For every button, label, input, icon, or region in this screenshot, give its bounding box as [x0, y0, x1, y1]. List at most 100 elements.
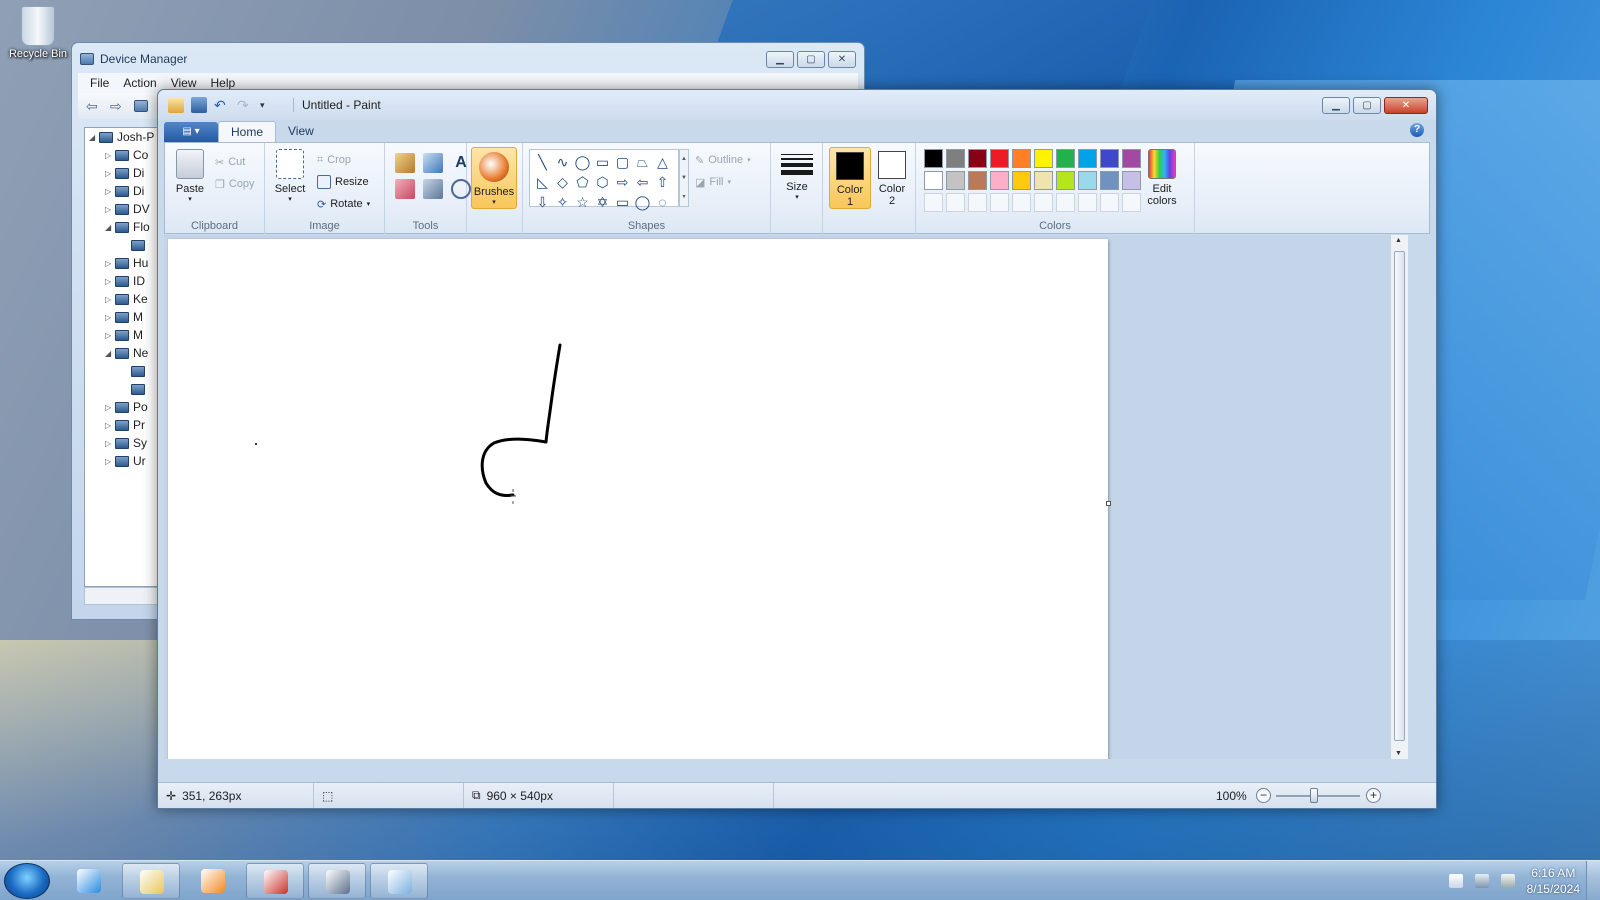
device-tree[interactable]: ◢ Josh-P ▷ Co ▷ Di ▷ Di ▷ DV ◢ Flo ▷ Hu ▷ ID ▷ Ke ▷ M ▷ M ◢ Ne ▷…	[84, 127, 158, 587]
taskbar-internet-explorer-button[interactable]	[60, 863, 118, 899]
expand-arrow-icon[interactable]: ▷	[105, 187, 115, 196]
shape-option-icon[interactable]: ✧	[553, 193, 572, 212]
shape-option-icon[interactable]: ⇨	[613, 173, 632, 192]
color-swatch[interactable]	[1122, 171, 1141, 190]
shape-option-icon[interactable]: ∿	[553, 153, 572, 172]
custom-color-slot[interactable]	[1122, 193, 1141, 212]
volume-muted-icon[interactable]	[1500, 874, 1515, 888]
zoom-slider-track[interactable]	[1276, 795, 1360, 797]
back-arrow-icon[interactable]: ⇦	[86, 99, 104, 113]
menu-file[interactable]: File	[90, 76, 109, 90]
tree-node[interactable]: ▷ M	[85, 326, 157, 344]
scroll-up-icon[interactable]: ▲	[1395, 237, 1402, 244]
color-picker-icon[interactable]	[423, 179, 443, 199]
copy-button[interactable]: ❐ Copy	[215, 175, 255, 193]
expand-arrow-icon[interactable]: ▷	[105, 169, 115, 178]
resize-handle-right[interactable]	[1106, 501, 1111, 506]
eraser-icon[interactable]	[395, 179, 415, 199]
menu-help[interactable]: Help	[211, 76, 236, 90]
scroll-down-icon[interactable]: ▼	[1395, 750, 1402, 757]
color-swatch[interactable]	[1056, 149, 1075, 168]
maximize-icon[interactable]: ▢	[1353, 97, 1381, 114]
tab-home[interactable]: Home	[218, 121, 277, 142]
taskbar-file-explorer-button[interactable]	[122, 863, 180, 899]
tree-node[interactable]: ▷ Po	[85, 398, 157, 416]
properties-icon[interactable]	[134, 100, 148, 112]
shape-option-icon[interactable]: ╲	[533, 153, 552, 172]
custom-color-slot[interactable]	[1078, 193, 1097, 212]
color-swatch[interactable]	[946, 149, 965, 168]
zoom-in-icon[interactable]: +	[1366, 788, 1381, 803]
outline-button[interactable]: ✎ Outline ▾	[695, 151, 751, 169]
expand-arrow-icon[interactable]: ▷	[105, 421, 115, 430]
tree-node[interactable]: ▷ ID	[85, 272, 157, 290]
paint-menu-button[interactable]: ▤ ▾	[164, 122, 218, 142]
shapes-gallery-scroll[interactable]: ▲ ▼ ▾	[679, 149, 689, 207]
tree-node[interactable]	[85, 380, 157, 398]
shape-option-icon[interactable]: ⏢	[633, 153, 652, 172]
shape-option-icon[interactable]: ⇧	[653, 173, 672, 192]
shape-option-icon[interactable]: ☆	[573, 193, 592, 212]
pencil-icon[interactable]	[395, 153, 415, 173]
maximize-icon[interactable]: ▢	[797, 51, 825, 68]
tree-node[interactable]	[85, 236, 157, 254]
custom-color-slot[interactable]	[1034, 193, 1053, 212]
paint-window[interactable]: ↶ ↷ ▾ Untitled - Paint ▁ ▢ ✕ ▤ ▾ Home Vi…	[157, 89, 1437, 809]
custom-color-slot[interactable]	[946, 193, 965, 212]
tree-node[interactable]: ▷ Ur	[85, 452, 157, 470]
menu-view[interactable]: View	[171, 76, 197, 90]
redo-icon[interactable]: ↷	[237, 97, 253, 113]
paint-app-icon[interactable]	[168, 97, 184, 113]
customize-qat-icon[interactable]: ▾	[260, 100, 265, 111]
minimize-icon[interactable]: ▁	[1322, 97, 1350, 114]
zoom-slider-thumb[interactable]	[1310, 788, 1318, 803]
color-swatch[interactable]	[1034, 149, 1053, 168]
expand-arrow-icon[interactable]: ◢	[89, 133, 99, 142]
shape-option-icon[interactable]: ⇦	[633, 173, 652, 192]
tree-node[interactable]: ▷ Di	[85, 182, 157, 200]
edit-colors-button[interactable]: Edit colors	[1140, 149, 1184, 207]
expand-arrow-icon[interactable]: ◢	[105, 349, 115, 358]
tree-node[interactable]: ▷ DV	[85, 200, 157, 218]
expand-arrow-icon[interactable]: ◢	[105, 223, 115, 232]
color-swatch[interactable]	[1012, 171, 1031, 190]
tree-node[interactable]: ▷ Hu	[85, 254, 157, 272]
color2-button[interactable]: Color 2	[871, 147, 913, 209]
expand-arrow-icon[interactable]: ▷	[105, 439, 115, 448]
color-swatch[interactable]	[990, 149, 1009, 168]
expand-arrow-icon[interactable]: ▷	[105, 331, 115, 340]
expand-arrow-icon[interactable]: ▷	[105, 205, 115, 214]
forward-arrow-icon[interactable]: ⇨	[110, 99, 128, 113]
resize-button[interactable]: Resize	[317, 173, 369, 191]
clock[interactable]: 6:16 AM 8/15/2024	[1527, 865, 1580, 897]
fill-bucket-icon[interactable]	[423, 153, 443, 173]
color-swatch[interactable]	[946, 171, 965, 190]
color-swatch[interactable]	[968, 149, 987, 168]
custom-color-slot[interactable]	[1056, 193, 1075, 212]
drawing-canvas[interactable]	[168, 239, 1108, 759]
shape-option-icon[interactable]: ▭	[593, 153, 612, 172]
expand-arrow-icon[interactable]: ▷	[105, 259, 115, 268]
tree-node[interactable]: ◢ Ne	[85, 344, 157, 362]
menu-action[interactable]: Action	[123, 76, 156, 90]
taskbar-media-player-button[interactable]	[184, 863, 242, 899]
custom-color-slot[interactable]	[1100, 193, 1119, 212]
network-icon[interactable]	[1474, 874, 1489, 888]
shape-option-icon[interactable]: ◇	[553, 173, 572, 192]
expand-arrow-icon[interactable]: ▷	[105, 277, 115, 286]
undo-icon[interactable]: ↶	[214, 97, 230, 113]
help-icon[interactable]: ?	[1410, 123, 1424, 137]
start-button[interactable]	[4, 863, 50, 899]
expand-arrow-icon[interactable]: ▷	[105, 151, 115, 160]
rotate-button[interactable]: ⟳ Rotate ▾	[317, 195, 370, 213]
shape-option-icon[interactable]: ◯	[633, 193, 652, 212]
tree-node[interactable]: ◢ Flo	[85, 218, 157, 236]
color-swatch[interactable]	[1078, 171, 1097, 190]
shape-option-icon[interactable]: ⬡	[593, 173, 612, 192]
taskbar-device-manager-button[interactable]	[308, 863, 366, 899]
color-swatch[interactable]	[924, 149, 943, 168]
shape-option-icon[interactable]: ◺	[533, 173, 552, 192]
custom-color-slot[interactable]	[924, 193, 943, 212]
tree-node[interactable]: ▷ Co	[85, 146, 157, 164]
color-swatch[interactable]	[924, 171, 943, 190]
